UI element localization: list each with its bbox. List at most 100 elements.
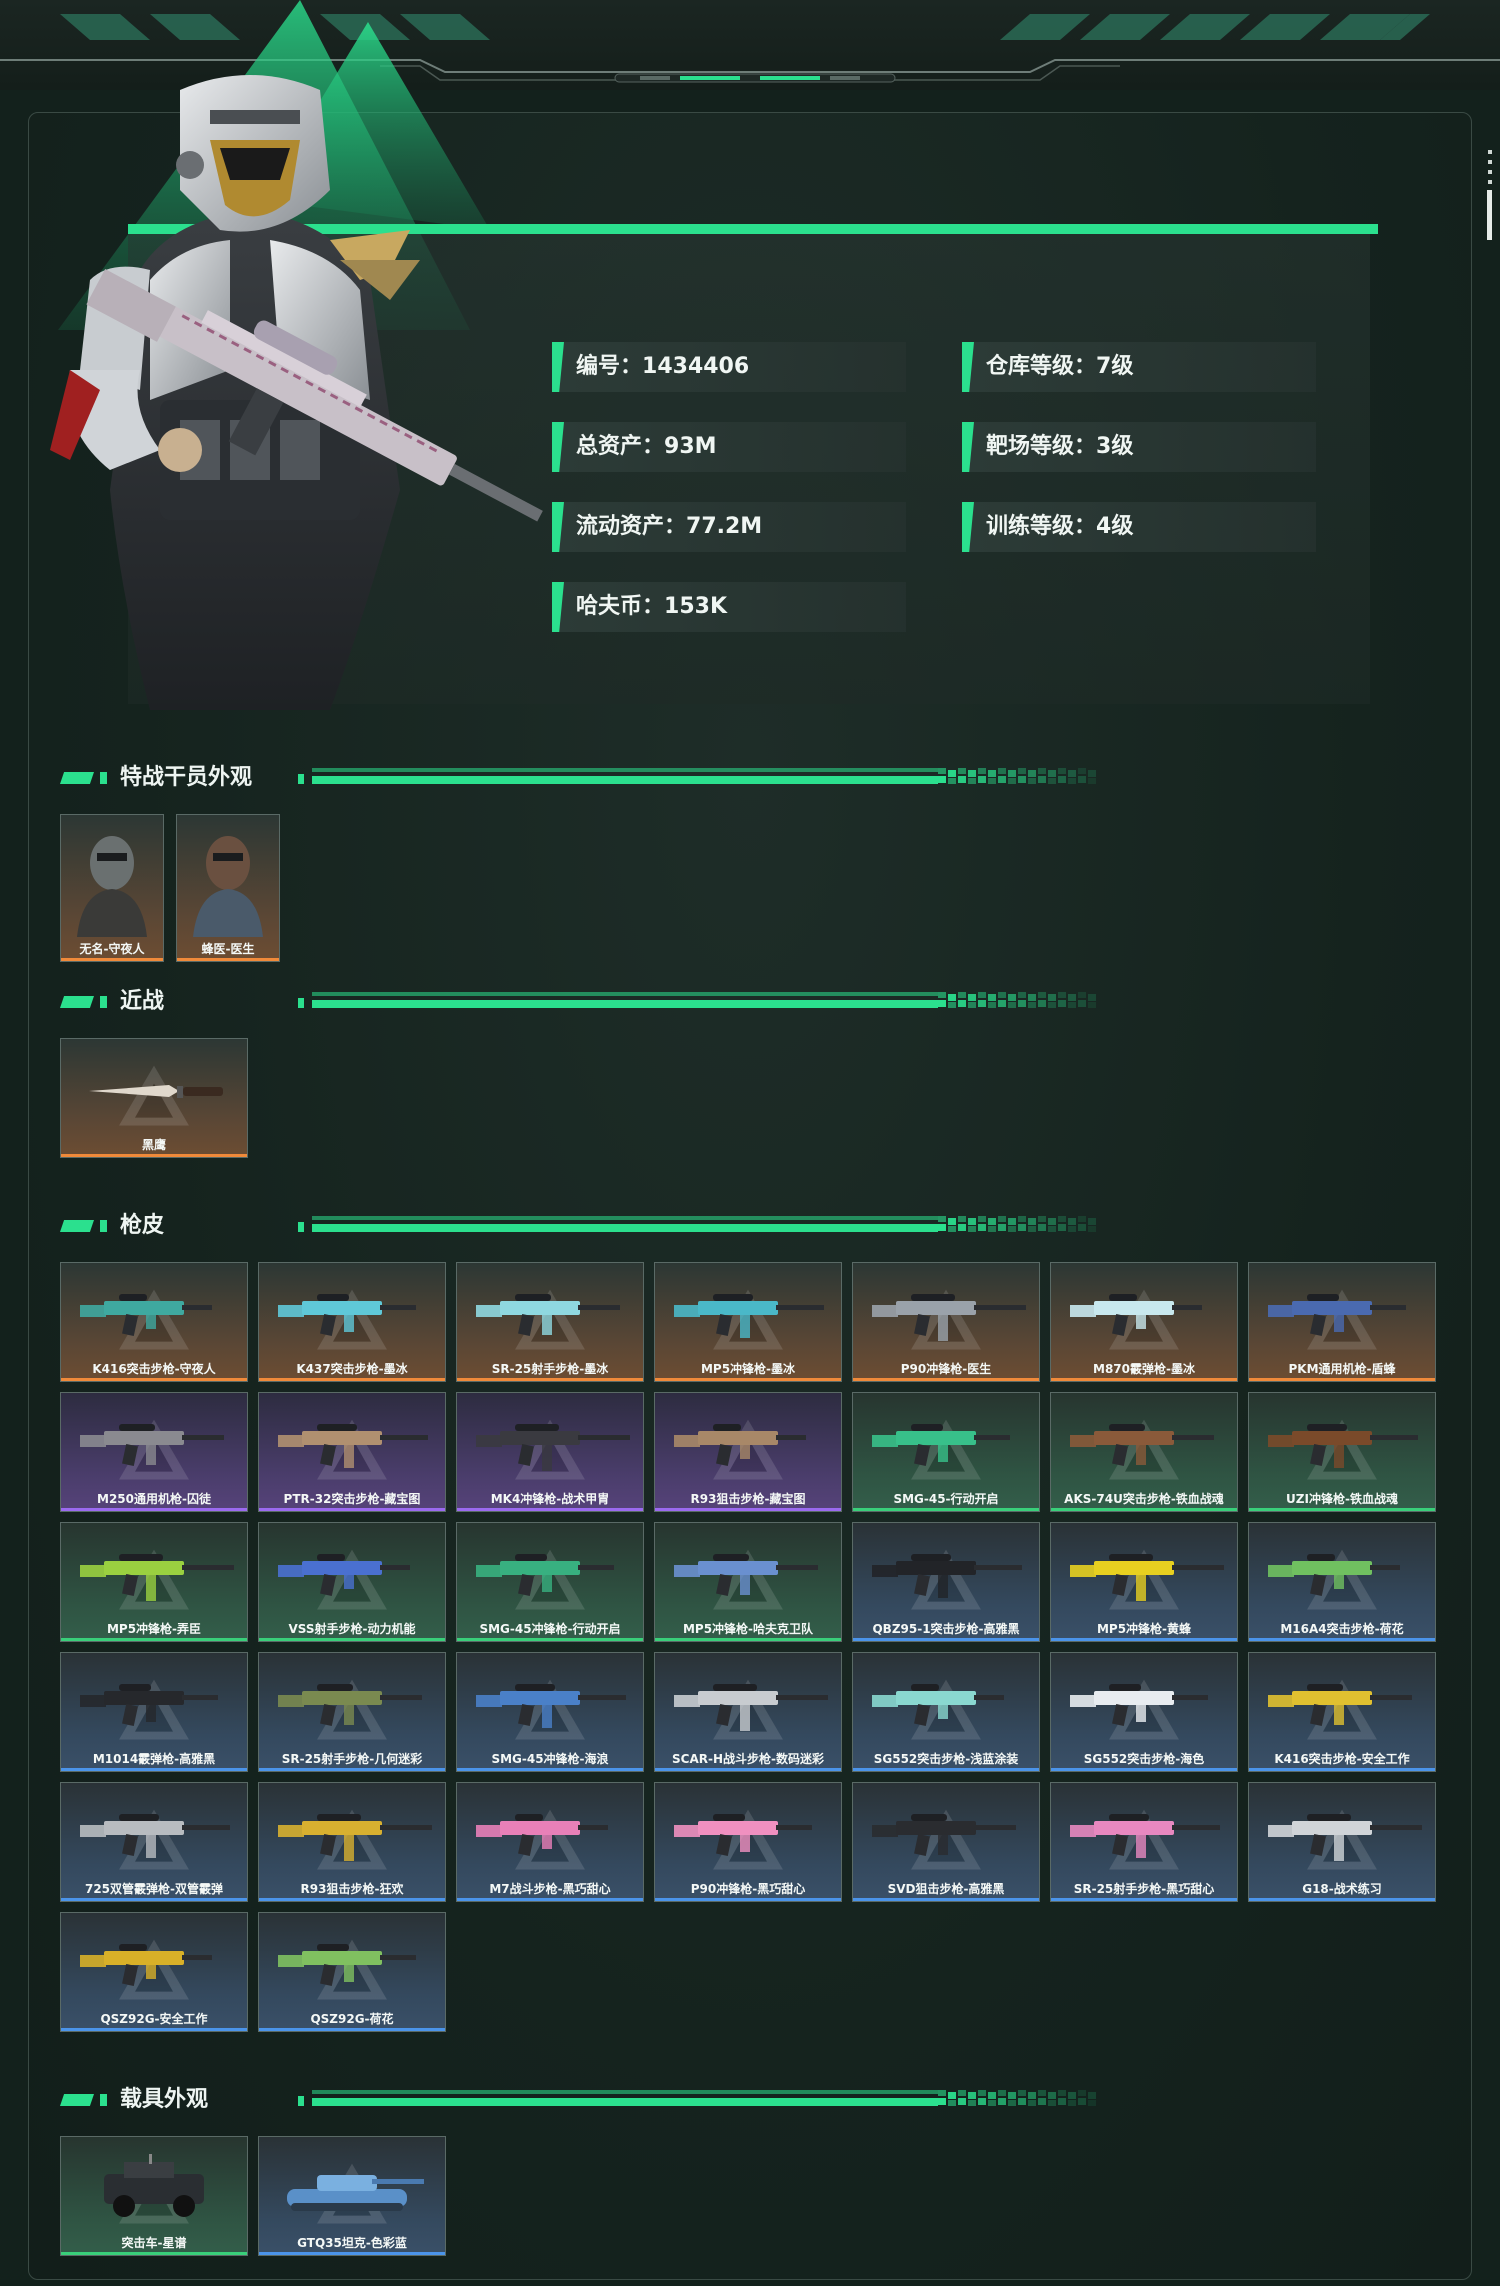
skin-card[interactable]: R93狙击步枪-藏宝图: [654, 1392, 842, 1512]
stat-total-assets: 总资产：93M: [552, 422, 906, 472]
rarity-bar: [1249, 1898, 1435, 1901]
operator-card[interactable]: 无名-守夜人: [60, 814, 164, 962]
weapon-skin-icon: [674, 1813, 812, 1856]
skin-card[interactable]: SCAR-H战斗步枪-数码迷彩: [654, 1652, 842, 1772]
operator-portrait-icon: [77, 836, 147, 938]
skin-card[interactable]: MP5冲锋枪-墨冰: [654, 1262, 842, 1382]
item-name: K437突击步枪-墨冰: [296, 1362, 408, 1376]
item-name: AKS-74U突击步枪-铁血战魂: [1064, 1492, 1224, 1506]
skin-card[interactable]: QSZ92G-荷花: [258, 1912, 446, 2032]
item-name: MK4冲锋枪-战术甲胄: [490, 1492, 610, 1506]
skin-card[interactable]: AKS-74U突击步枪-铁血战魂: [1050, 1392, 1238, 1512]
skin-card[interactable]: PTR-32突击步枪-藏宝图: [258, 1392, 446, 1512]
skin-card[interactable]: SVD狙击步枪-高雅黑: [852, 1782, 1040, 1902]
skin-card[interactable]: P90冲锋枪-黑巧甜心: [654, 1782, 842, 1902]
stat-haf-coin: 哈夫币：153K: [552, 582, 906, 632]
header-rail: [298, 1216, 1096, 1232]
skin-card[interactable]: K416突击步枪-安全工作: [1248, 1652, 1436, 1772]
section-title: 特战干员外观: [120, 765, 253, 790]
weapon-skin-icon: [278, 1423, 428, 1468]
skin-card[interactable]: M870霰弹枪-墨冰: [1050, 1262, 1238, 1382]
stat-liquid-assets: 流动资产：77.2M: [552, 502, 906, 552]
melee-card[interactable]: 黑鹰: [60, 1038, 248, 1158]
skin-card[interactable]: SG552突击步枪-海色: [1050, 1652, 1238, 1772]
rarity-bar: [1249, 1638, 1435, 1641]
skin-card[interactable]: M250通用机枪-囚徒: [60, 1392, 248, 1512]
rarity-bar: [61, 1154, 247, 1157]
rarity-bar: [655, 1378, 841, 1381]
skin-card[interactable]: MP5冲锋枪-弄臣: [60, 1522, 248, 1642]
skin-card[interactable]: MK4冲锋枪-战术甲胄: [456, 1392, 644, 1512]
skin-card[interactable]: M16A4突击步枪-荷花: [1248, 1522, 1436, 1642]
weapon-skin-icon: [872, 1813, 1016, 1856]
skin-card[interactable]: MP5冲锋枪-哈夫克卫队: [654, 1522, 842, 1642]
item-name: SMG-45冲锋枪-海浪: [491, 1752, 609, 1766]
skin-card[interactable]: SR-25射手步枪-黑巧甜心: [1050, 1782, 1238, 1902]
skin-card[interactable]: QBZ95-1突击步枪-高雅黑: [852, 1522, 1040, 1642]
weapon-skin-icon: [872, 1293, 1026, 1341]
item-name: QSZ92G-荷花: [310, 2012, 394, 2026]
header-chip: [60, 996, 94, 1008]
stat-value: 93M: [664, 434, 717, 459]
skin-card[interactable]: SR-25射手步枪-几何迷彩: [258, 1652, 446, 1772]
item-name: R93狙击步枪-狂欢: [300, 1882, 404, 1896]
vehicle-card[interactable]: GTQ35坦克-色彩蓝: [258, 2136, 446, 2256]
skin-card[interactable]: G18-战术练习: [1248, 1782, 1436, 1902]
weapon-skin-icon: [476, 1293, 620, 1336]
stat-label: 靶场等级：: [986, 434, 1097, 459]
skin-card[interactable]: P90冲锋枪-医生: [852, 1262, 1040, 1382]
header-chip: [100, 996, 107, 1008]
skin-card[interactable]: 725双管霰弹枪-双管霰弹: [60, 1782, 248, 1902]
skin-card[interactable]: MP5冲锋枪-黄蜂: [1050, 1522, 1238, 1642]
item-name: 725双管霰弹枪-双管霰弹: [84, 1882, 224, 1896]
stat-warehouse-level: 仓库等级：7级: [962, 342, 1316, 392]
skin-card[interactable]: K437突击步枪-墨冰: [258, 1262, 446, 1382]
skin-card[interactable]: M1014霰弹枪-高雅黑: [60, 1652, 248, 1772]
section-header-vehicles: 载具外观: [60, 2080, 1096, 2120]
stat-tab: [552, 582, 564, 632]
skin-card[interactable]: K416突击步枪-守夜人: [60, 1262, 248, 1382]
rarity-bar: [61, 1508, 247, 1511]
skin-card[interactable]: UZI冲锋枪-铁血战魂: [1248, 1392, 1436, 1512]
weapon-skin-icon: [1268, 1293, 1406, 1336]
weapon-skin-icon: [1268, 1553, 1400, 1596]
rarity-bar: [259, 2252, 445, 2255]
skin-card[interactable]: SMG-45-行动开启: [852, 1392, 1040, 1512]
skin-card[interactable]: QSZ92G-安全工作: [60, 1912, 248, 2032]
rarity-bar: [1051, 1378, 1237, 1381]
weapon-skin-icon: [1268, 1683, 1412, 1726]
item-name: M870霰弹枪-墨冰: [1093, 1362, 1195, 1376]
item-name: M7战斗步枪-黑巧甜心: [489, 1882, 611, 1896]
skin-card[interactable]: SMG-45冲锋枪-行动开启: [456, 1522, 644, 1642]
vehicle-card[interactable]: 突击车-星谱: [60, 2136, 248, 2256]
weapon-skin-icon: [1268, 1423, 1418, 1468]
header-chip: [60, 772, 94, 784]
skin-card[interactable]: R93狙击步枪-狂欢: [258, 1782, 446, 1902]
weapon-skin-icon: [80, 1683, 218, 1726]
operator-card[interactable]: 蜂医-医生: [176, 814, 280, 962]
skin-card[interactable]: SR-25射手步枪-墨冰: [456, 1262, 644, 1382]
skin-card[interactable]: VSS射手步枪-动力机能: [258, 1522, 446, 1642]
skin-card[interactable]: M7战斗步枪-黑巧甜心: [456, 1782, 644, 1902]
item-name: GTQ35坦克-色彩蓝: [297, 2236, 407, 2250]
item-name: SCAR-H战斗步枪-数码迷彩: [672, 1752, 824, 1766]
skin-card[interactable]: SMG-45冲锋枪-海浪: [456, 1652, 644, 1772]
weapon-skin-icon: [872, 1553, 1022, 1598]
stat-id: 编号：1434406: [552, 342, 906, 392]
item-name: SG552突击步枪-海色: [1083, 1752, 1205, 1766]
rarity-bar: [61, 958, 163, 961]
item-name: SR-25射手步枪-黑巧甜心: [1073, 1882, 1215, 1896]
weapon-skin-icon: [278, 1683, 422, 1726]
side-decor-dots: [1488, 150, 1492, 190]
rarity-bar: [853, 1898, 1039, 1901]
stat-label: 训练等级：: [986, 514, 1097, 539]
item-name: SR-25射手步枪-墨冰: [491, 1362, 609, 1376]
skin-card[interactable]: PKM通用机枪-盾蜂: [1248, 1262, 1436, 1382]
section-header-melee: 近战: [60, 982, 1096, 1022]
skin-card[interactable]: SG552突击步枪-浅蓝涂装: [852, 1652, 1040, 1772]
section-title: 枪皮: [120, 1213, 165, 1238]
weapon-skin-icon: [80, 1293, 212, 1336]
item-name: QBZ95-1突击步枪-高雅黑: [872, 1622, 1020, 1636]
rarity-bar: [655, 1898, 841, 1901]
rarity-bar: [1249, 1768, 1435, 1771]
